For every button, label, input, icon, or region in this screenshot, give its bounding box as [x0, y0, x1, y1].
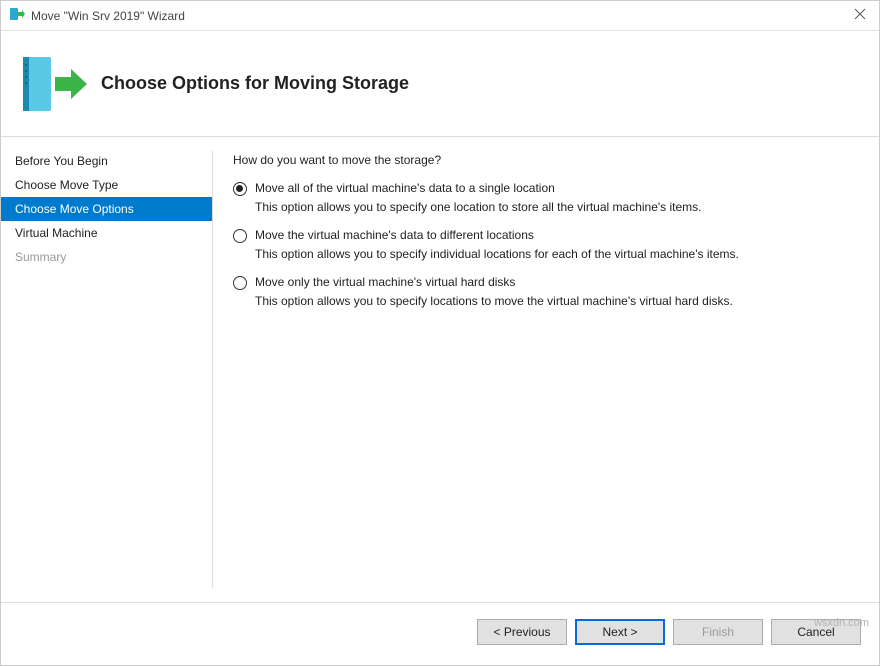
option-desc: This option allows you to specify locati…: [255, 294, 859, 308]
wizard-content: How do you want to move the storage? Mov…: [213, 137, 879, 602]
watermark: wsxdn.com: [814, 617, 869, 629]
next-button[interactable]: Next >: [575, 619, 665, 645]
step-choose-move-options[interactable]: Choose Move Options: [1, 197, 212, 221]
option-different-locations[interactable]: Move the virtual machine's data to diffe…: [233, 228, 859, 261]
previous-button[interactable]: < Previous: [477, 619, 567, 645]
radio-vhds-only[interactable]: [233, 276, 247, 290]
step-virtual-machine[interactable]: Virtual Machine: [1, 221, 212, 245]
titlebar-icon: [9, 6, 25, 25]
radio-different-locations[interactable]: [233, 229, 247, 243]
wizard-body: Before You Begin Choose Move Type Choose…: [1, 137, 879, 602]
server-move-icon: [17, 49, 91, 119]
wizard-header: Choose Options for Moving Storage: [1, 31, 879, 137]
step-summary[interactable]: Summary: [1, 245, 212, 269]
titlebar: Move "Win Srv 2019" Wizard: [1, 1, 879, 31]
option-label: Move the virtual machine's data to diffe…: [255, 228, 534, 242]
option-desc: This option allows you to specify one lo…: [255, 200, 859, 214]
option-desc: This option allows you to specify indivi…: [255, 247, 859, 261]
option-vhds-only[interactable]: Move only the virtual machine's virtual …: [233, 275, 859, 308]
page-title: Choose Options for Moving Storage: [101, 73, 409, 94]
option-label: Move all of the virtual machine's data t…: [255, 181, 555, 195]
close-button[interactable]: [851, 7, 869, 25]
window-title: Move "Win Srv 2019" Wizard: [31, 9, 185, 23]
option-label: Move only the virtual machine's virtual …: [255, 275, 515, 289]
step-before-you-begin[interactable]: Before You Begin: [1, 149, 212, 173]
step-choose-move-type[interactable]: Choose Move Type: [1, 173, 212, 197]
radio-single-location[interactable]: [233, 182, 247, 196]
wizard-steps-sidebar: Before You Begin Choose Move Type Choose…: [1, 137, 212, 602]
finish-button: Finish: [673, 619, 763, 645]
option-single-location[interactable]: Move all of the virtual machine's data t…: [233, 181, 859, 214]
content-prompt: How do you want to move the storage?: [233, 153, 859, 167]
wizard-footer: < Previous Next > Finish Cancel: [1, 602, 879, 660]
